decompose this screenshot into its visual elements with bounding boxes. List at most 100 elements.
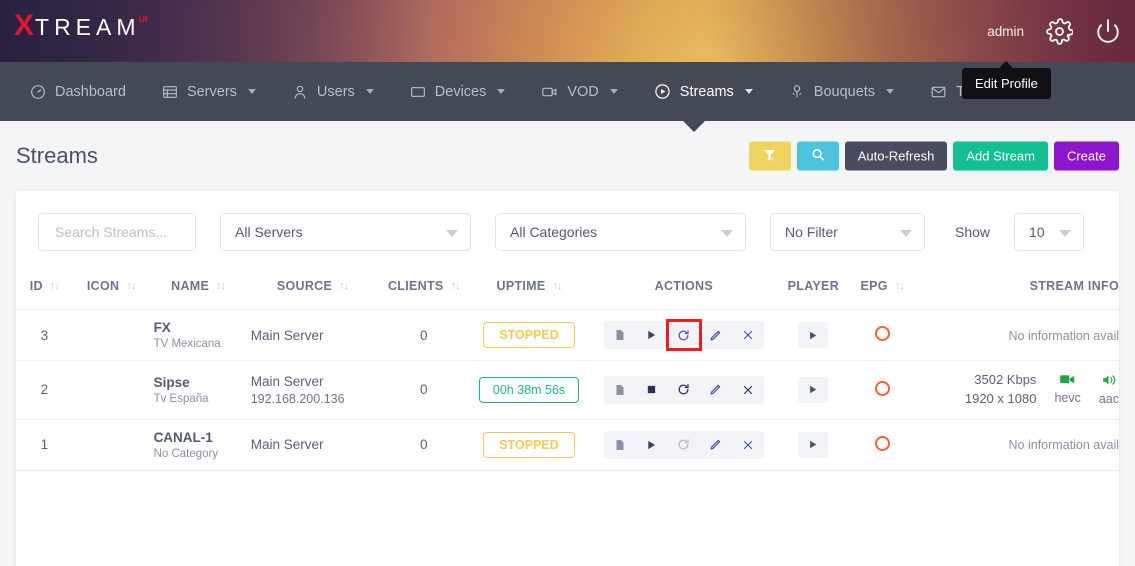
cell-player [779, 419, 848, 470]
header-uptime[interactable]: UPTIME↑↓ [469, 265, 588, 310]
header-clients[interactable]: CLIENTS ↑↓ [378, 265, 469, 310]
filters-bar: All Servers All Categories No Filter Sho… [16, 191, 1119, 265]
player-play-button[interactable] [798, 322, 828, 348]
stream-source-ip: 192.168.200.136 [251, 392, 375, 406]
restart-icon[interactable] [668, 376, 700, 404]
stop-icon[interactable] [636, 376, 668, 404]
search-input[interactable] [53, 223, 181, 241]
table-row[interactable]: 3 FX TV Mexicana Main Server 0 STOPPED [16, 310, 1119, 361]
header-id[interactable]: ID↑↓ [16, 265, 73, 310]
epg-ring-icon[interactable] [875, 381, 890, 396]
action-group [604, 321, 764, 349]
cell-name: CANAL-1 No Category [150, 419, 247, 470]
sort-icon[interactable]: ↑↓ [50, 280, 59, 292]
header-name[interactable]: NAME↑↓ [150, 265, 247, 310]
nav-label-vod: VOD [567, 84, 598, 100]
show-label: Show [955, 224, 990, 240]
play-icon[interactable] [636, 431, 668, 459]
document-icon[interactable] [604, 376, 636, 404]
epg-ring-icon[interactable] [875, 326, 890, 341]
gear-icon[interactable] [1046, 18, 1073, 45]
servers-select[interactable]: All Servers [220, 213, 471, 251]
edit-icon[interactable] [700, 431, 732, 459]
player-play-button[interactable] [798, 432, 828, 458]
stream-source: Main Server [251, 437, 375, 452]
delete-icon[interactable] [732, 431, 764, 459]
current-username: admin [987, 24, 1024, 39]
cell-uptime: STOPPED [469, 419, 588, 470]
chevron-down-icon [886, 89, 894, 94]
sort-icon[interactable]: ↑↓ [553, 280, 562, 292]
page-title: Streams [16, 143, 98, 169]
chevron-down-icon [248, 89, 256, 94]
nav-item-users[interactable]: Users [274, 62, 392, 121]
cell-clients: 0 [378, 361, 469, 420]
nav-item-bouquets[interactable]: Bouquets [771, 62, 912, 121]
search-input-wrapper[interactable] [38, 213, 196, 251]
filter-select[interactable]: No Filter [770, 213, 925, 251]
document-icon[interactable] [604, 431, 636, 459]
sort-icon[interactable]: ↑↓ [216, 280, 225, 292]
document-icon[interactable] [604, 321, 636, 349]
speaker-icon [1099, 374, 1119, 389]
table-row[interactable]: 2 Sipse Tv España Main Server 192.168.20… [16, 361, 1119, 420]
svg-text:x: x [771, 156, 774, 162]
player-play-button[interactable] [798, 377, 828, 403]
create-button[interactable]: Create [1054, 142, 1119, 171]
header-player-label: PLAYER [788, 279, 839, 293]
nav-label-bouquets: Bouquets [814, 84, 875, 100]
nav-item-dashboard[interactable]: Dashboard [12, 62, 144, 121]
filter-remove-button[interactable]: x [749, 142, 791, 171]
stream-bitrate: 3502 Kbps [974, 372, 1036, 387]
page-toolbar: x Auto-Refresh Add Stream Create [749, 142, 1119, 171]
audio-codec: aac [1099, 392, 1119, 406]
chevron-down-icon [745, 89, 753, 94]
restart-icon[interactable] [668, 321, 700, 349]
auto-refresh-button[interactable]: Auto-Refresh [845, 142, 948, 171]
cell-name: Sipse Tv España [150, 361, 247, 420]
video-camera-icon [1054, 374, 1080, 388]
header-icon[interactable]: ICON ↑↓ [73, 265, 150, 310]
nav-item-servers[interactable]: Servers [144, 62, 274, 121]
table-row[interactable]: 1 CANAL-1 No Category Main Server 0 STOP… [16, 419, 1119, 470]
header-icon-label: ICON [87, 279, 119, 293]
nav-label-devices: Devices [435, 84, 487, 100]
chevron-down-icon [721, 230, 733, 237]
video-icon [541, 84, 558, 100]
cell-actions [589, 419, 779, 470]
nav-label-dashboard: Dashboard [55, 84, 126, 100]
nav-item-streams[interactable]: Streams [636, 62, 771, 121]
edit-icon[interactable] [700, 321, 732, 349]
play-icon[interactable] [636, 321, 668, 349]
sort-icon[interactable]: ↑↓ [451, 280, 460, 292]
page-size-value: 10 [1029, 224, 1045, 240]
delete-icon[interactable] [732, 321, 764, 349]
search-button[interactable] [797, 142, 839, 171]
categories-select[interactable]: All Categories [495, 213, 746, 251]
epg-ring-icon[interactable] [875, 436, 890, 451]
header-epg[interactable]: EPG↑↓ [848, 265, 917, 310]
sort-icon[interactable]: ↑↓ [126, 280, 135, 292]
cell-source: Main Server [247, 310, 379, 361]
table-head: ID↑↓ ICON ↑↓ NAME↑↓ SOURCE↑↓ CLIENTS ↑↓ UP… [16, 265, 1119, 310]
cell-player [779, 310, 848, 361]
add-stream-button[interactable]: Add Stream [953, 142, 1048, 171]
sort-icon[interactable]: ↑↓ [895, 280, 904, 292]
tooltip-text: Edit Profile [975, 76, 1038, 91]
header-source[interactable]: SOURCE↑↓ [247, 265, 379, 310]
page-size-select[interactable]: 10 [1014, 213, 1084, 251]
cell-actions [589, 361, 779, 420]
cell-stream-info: No information avail [917, 310, 1119, 361]
nav-item-vod[interactable]: VOD [523, 62, 635, 121]
brand-logo[interactable]: X TREAM UI [14, 11, 148, 43]
header-stream-info-label: STREAM INFO [1030, 279, 1119, 293]
stream-source: Main Server [251, 374, 375, 389]
edit-icon[interactable] [700, 376, 732, 404]
restart-icon[interactable] [668, 431, 700, 459]
header-clients-label: CLIENTS [388, 279, 444, 293]
nav-item-devices[interactable]: Devices [392, 62, 524, 121]
sort-icon[interactable]: ↑↓ [339, 280, 348, 292]
cell-player [779, 361, 848, 420]
delete-icon[interactable] [732, 376, 764, 404]
power-icon[interactable] [1095, 18, 1121, 44]
